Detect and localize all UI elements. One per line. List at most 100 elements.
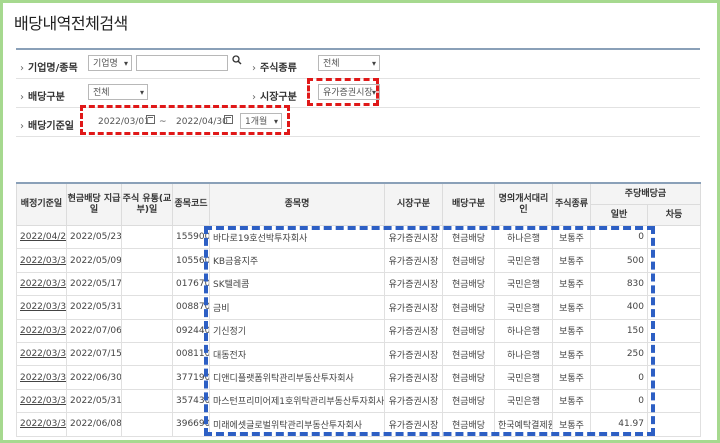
dividend-results-table: 배정기준일 현금배당 지급일 주식 유통(교부)일 종목코드 종목명 시장구분 … <box>16 182 701 437</box>
cell-pay-date: 2022/05/17 <box>66 271 122 297</box>
table-row: 2022/03/312022/06/30 377190디앤디플랫폼위탁관리부동산투… <box>16 365 701 390</box>
header-market: 시장구분 <box>384 182 443 226</box>
cell-dividend-diff <box>647 365 701 390</box>
header-stock-code: 종목코드 <box>172 182 210 226</box>
cell-stock-name: 바다로19호선박투자회사 <box>209 224 385 250</box>
company-select[interactable]: 기업명 ▾ <box>88 55 132 71</box>
stock-type-label: 주식종류 <box>252 59 297 74</box>
cell-pay-date: 2022/05/09 <box>66 248 122 273</box>
table-row: 2022/03/312022/05/31 008870금비유가증권시장현금배당국민… <box>16 295 701 320</box>
cell-dividend-general: 0 <box>590 224 648 250</box>
cell-stock-code: 377190 <box>172 365 210 390</box>
stock-type-select[interactable]: 전체 ▾ <box>318 55 380 71</box>
table-row: 2022/03/312022/05/31 357430마스턴프리미어제1호위탁관리… <box>16 388 701 414</box>
cell-dividend-type: 현금배당 <box>442 341 495 367</box>
table-row: 2022/03/312022/07/06 092440기신정기유가증권시장현금배당… <box>16 318 701 343</box>
cell-base-date-link[interactable]: 2022/03/31 <box>16 412 67 437</box>
cell-stock-code: 105560 <box>172 248 210 273</box>
cell-dividend-diff <box>647 248 701 273</box>
date-highlight-box <box>80 105 290 135</box>
cell-dividend-type: 현금배당 <box>442 248 495 273</box>
cell-stock-kind: 보통주 <box>552 318 591 343</box>
cell-stock-kind: 보통주 <box>552 295 591 320</box>
cell-base-date-link[interactable]: 2022/03/31 <box>16 271 67 297</box>
cell-stock-kind: 보통주 <box>552 271 591 297</box>
cell-stock-code: 017670 <box>172 271 210 297</box>
cell-dividend-general: 0 <box>590 365 648 390</box>
cell-agent: 하나은행 <box>494 318 553 343</box>
cell-stock-name: 금비 <box>209 295 385 320</box>
header-pay-date: 현금배당 지급일 <box>66 182 122 226</box>
cell-dist-date <box>121 248 173 273</box>
header-base-date: 배정기준일 <box>16 182 67 226</box>
cell-pay-date: 2022/06/30 <box>66 365 122 390</box>
cell-pay-date: 2022/05/23 <box>66 224 122 250</box>
cell-dividend-diff <box>647 224 701 250</box>
cell-dividend-type: 현금배당 <box>442 295 495 320</box>
header-differential: 차등 <box>647 204 701 226</box>
cell-base-date-link[interactable]: 2022/03/31 <box>16 295 67 320</box>
company-input[interactable] <box>136 55 228 71</box>
cell-stock-code: 396690 <box>172 412 210 437</box>
cell-stock-kind: 보통주 <box>552 341 591 367</box>
market-highlight-box <box>307 78 379 106</box>
cell-base-date-link[interactable]: 2022/03/31 <box>16 365 67 390</box>
cell-dividend-general: 830 <box>590 271 648 297</box>
header-per-share: 주당배당금 <box>590 182 701 205</box>
header-agent: 명의개서대리인 <box>494 182 553 226</box>
cell-pay-date: 2022/07/15 <box>66 341 122 367</box>
header-stock-kind: 주식종류 <box>552 182 591 226</box>
cell-base-date-link[interactable]: 2022/03/31 <box>16 341 67 367</box>
cell-agent: 국민은행 <box>494 248 553 273</box>
cell-stock-code: 008870 <box>172 295 210 320</box>
cell-dividend-general: 41.97 <box>590 412 648 437</box>
table-row: 2022/03/312022/05/09 105560KB금융지주유가증권시장현금… <box>16 248 701 273</box>
cell-stock-code: 155900 <box>172 224 210 250</box>
cell-agent: 하나은행 <box>494 224 553 250</box>
cell-dividend-diff <box>647 271 701 297</box>
cell-stock-name: 미래에셋글로벌위탁관리부동산투자회사 <box>209 412 385 437</box>
cell-stock-name: SK텔레콤 <box>209 271 385 297</box>
cell-dividend-type: 현금배당 <box>442 365 495 390</box>
dividend-type-select[interactable]: 전체 ▾ <box>88 84 148 100</box>
company-label: 기업명/종목 <box>20 59 78 74</box>
cell-base-date-link[interactable]: 2022/03/31 <box>16 388 67 414</box>
cell-market: 유가증권시장 <box>384 248 443 273</box>
page-title: 배당내역전체검색 <box>14 14 128 33</box>
header-dividend-type: 배당구분 <box>442 182 495 226</box>
table-row: 2022/03/312022/07/15 008110대동전자유가증권시장현금배당… <box>16 341 701 367</box>
cell-pay-date: 2022/05/31 <box>66 295 122 320</box>
cell-agent: 국민은행 <box>494 295 553 320</box>
cell-market: 유가증권시장 <box>384 365 443 390</box>
header-general: 일반 <box>590 204 648 226</box>
cell-market: 유가증권시장 <box>384 224 443 250</box>
chevron-down-icon: ▾ <box>371 59 376 68</box>
cell-dist-date <box>121 271 173 297</box>
cell-stock-code: 357430 <box>172 388 210 414</box>
stock-type-select-value: 전체 <box>323 59 340 69</box>
cell-dividend-type: 현금배당 <box>442 388 495 414</box>
cell-base-date-link[interactable]: 2022/03/31 <box>16 248 67 273</box>
cell-dividend-diff <box>647 295 701 320</box>
table-row: 2022/03/312022/05/17 017670SK텔레콤유가증권시장현금배… <box>16 271 701 297</box>
cell-pay-date: 2022/06/08 <box>66 412 122 437</box>
cell-stock-name: 디앤디플랫폼위탁관리부동산투자회사 <box>209 365 385 390</box>
cell-base-date-link[interactable]: 2022/04/27 <box>16 224 67 250</box>
cell-dist-date <box>121 295 173 320</box>
cell-dist-date <box>121 388 173 414</box>
cell-agent: 국민은행 <box>494 271 553 297</box>
cell-stock-kind: 보통주 <box>552 365 591 390</box>
cell-dividend-general: 150 <box>590 318 648 343</box>
cell-market: 유가증권시장 <box>384 341 443 367</box>
cell-dividend-type: 현금배당 <box>442 224 495 250</box>
cell-dividend-type: 현금배당 <box>442 318 495 343</box>
cell-stock-kind: 보통주 <box>552 248 591 273</box>
cell-stock-code: 092440 <box>172 318 210 343</box>
cell-dividend-type: 현금배당 <box>442 412 495 437</box>
dividend-type-select-value: 전체 <box>93 88 110 98</box>
cell-market: 유가증권시장 <box>384 412 443 437</box>
cell-market: 유가증권시장 <box>384 295 443 320</box>
search-icon[interactable] <box>230 55 244 71</box>
cell-agent: 한국예탁결제원 <box>494 412 553 437</box>
cell-base-date-link[interactable]: 2022/03/31 <box>16 318 67 343</box>
